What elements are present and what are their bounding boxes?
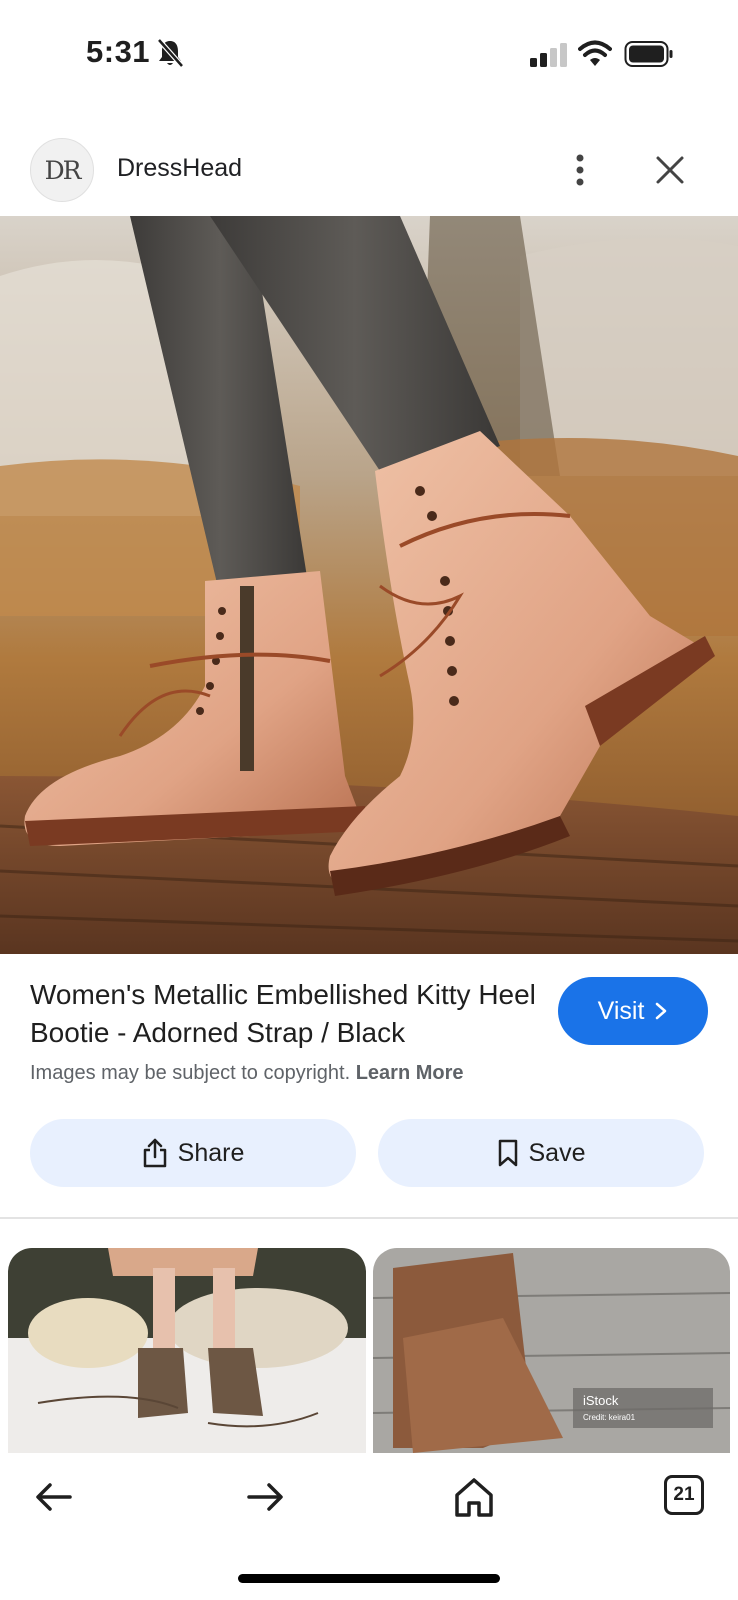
status-time: 5:31	[86, 34, 151, 69]
visit-label: Visit	[597, 996, 645, 1025]
silent-bell-icon	[157, 38, 184, 68]
related-image[interactable]	[8, 1248, 366, 1453]
watermark-credit: Credit: keira01	[583, 1413, 636, 1422]
source-logo-text: DR	[44, 155, 82, 185]
watermark-brand: iStock	[583, 1393, 619, 1408]
boots-photo-illustration	[0, 216, 738, 954]
save-button[interactable]: Save	[378, 1119, 704, 1187]
close-icon[interactable]	[650, 150, 690, 190]
status-bar: 5:31	[0, 0, 738, 110]
tabs-count-icon[interactable]: 21	[664, 1475, 704, 1515]
source-header: DR DressHead	[0, 130, 738, 214]
bookmark-icon	[498, 1139, 517, 1167]
battery-icon	[624, 41, 673, 67]
more-options-icon[interactable]	[560, 150, 600, 190]
source-logo[interactable]: DR	[30, 138, 94, 202]
cellular-signal-icon	[530, 43, 567, 67]
share-icon	[143, 1138, 166, 1168]
home-icon[interactable]	[452, 1475, 496, 1519]
back-arrow-icon[interactable]	[32, 1475, 76, 1519]
share-button[interactable]: Share	[30, 1119, 356, 1187]
wifi-icon	[578, 40, 612, 66]
forward-arrow-icon[interactable]	[243, 1475, 287, 1519]
divider	[0, 1217, 738, 1219]
related-boots-on-bed-illustration	[8, 1248, 366, 1453]
learn-more-link[interactable]: Learn More	[356, 1062, 464, 1084]
share-label: Share	[177, 1138, 245, 1167]
copyright-notice: Images may be subject to copyright. Lear…	[30, 1062, 464, 1085]
save-label: Save	[528, 1138, 586, 1167]
product-image[interactable]	[0, 216, 738, 954]
tab-count: 21	[673, 1484, 695, 1505]
home-indicator	[238, 1574, 500, 1583]
product-title[interactable]: Women's Metallic Embellished Kitty Heel …	[30, 976, 540, 1052]
related-image[interactable]: iStock Credit: keira01	[373, 1248, 730, 1453]
visit-button[interactable]: Visit	[558, 977, 708, 1045]
chevron-right-icon	[656, 1002, 667, 1020]
related-boots-on-wood-illustration: iStock Credit: keira01	[373, 1248, 730, 1453]
copyright-text: Images may be subject to copyright.	[30, 1062, 351, 1084]
source-name[interactable]: DressHead	[117, 154, 242, 183]
